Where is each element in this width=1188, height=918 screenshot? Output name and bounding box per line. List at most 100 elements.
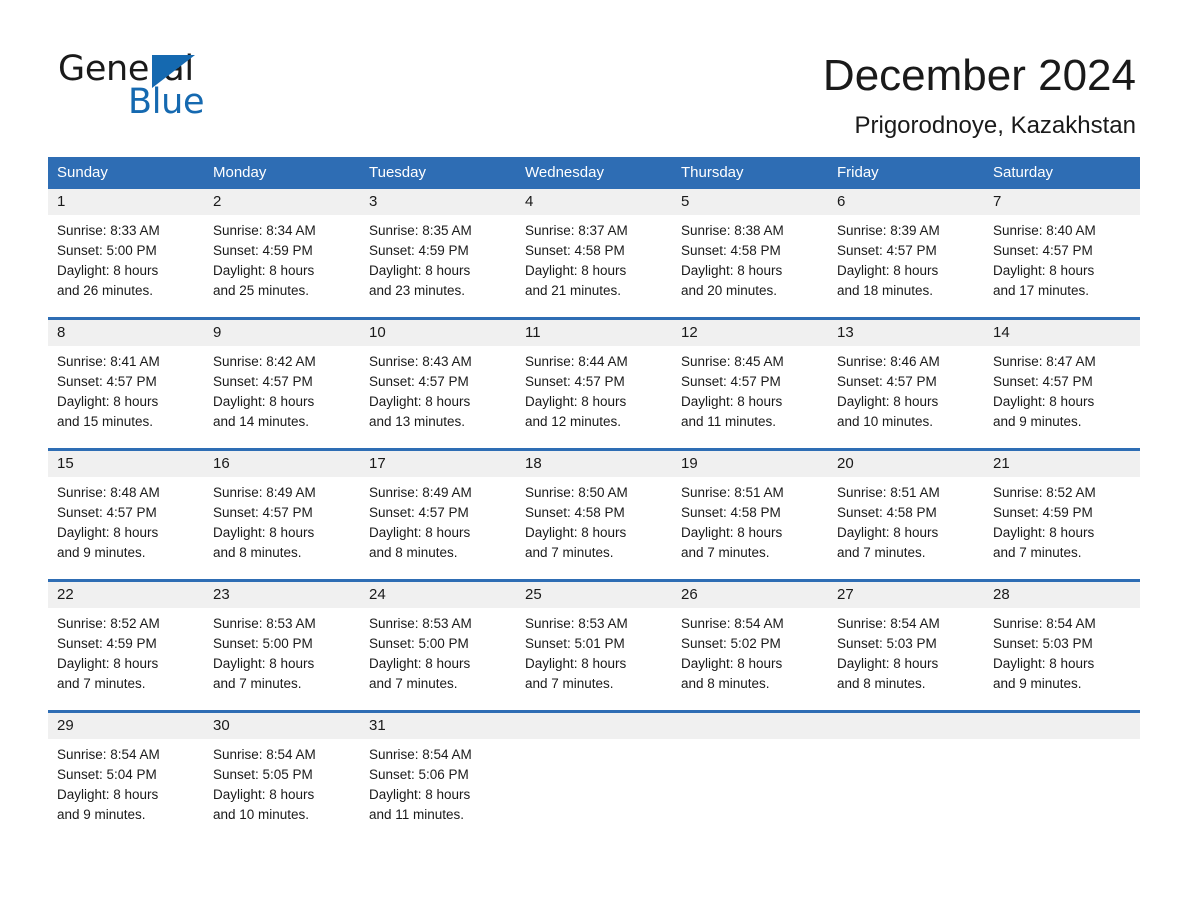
daylight-text-line1: Daylight: 8 hours [681,525,783,540]
day-number: 12 [672,320,828,346]
location-subtitle: Prigorodnoye, Kazakhstan [854,112,1136,139]
day-number: 29 [48,713,204,739]
calendar-weeks: 1 Sunrise: 8:33 AM Sunset: 5:00 PM Daylight… [48,189,1140,834]
calendar-day-cell[interactable]: 29 Sunrise: 8:54 AM Sunset: 5:04 PM Dayligh… [48,713,204,834]
day-details: Sunrise: 8:54 AM Sunset: 5:03 PM Daylight:… [828,608,984,703]
day-number: 16 [204,451,360,477]
day-details: Sunrise: 8:50 AM Sunset: 4:58 PM Daylight:… [516,477,672,572]
sunset-text: Sunset: 5:00 PM [213,636,313,651]
daylight-text-line2: and 7 minutes. [837,545,926,560]
day-number: 3 [360,189,516,215]
day-details: Sunrise: 8:42 AM Sunset: 4:57 PM Daylight:… [204,346,360,441]
calendar-day-cell[interactable]: 16 Sunrise: 8:49 AM Sunset: 4:57 PM Dayligh… [204,451,360,572]
daylight-text-line2: and 7 minutes. [681,545,770,560]
calendar-day-cell[interactable]: 27 Sunrise: 8:54 AM Sunset: 5:03 PM Dayligh… [828,582,984,703]
daylight-text-line1: Daylight: 8 hours [837,525,939,540]
day-number [672,713,828,739]
calendar-day-cell[interactable]: 15 Sunrise: 8:48 AM Sunset: 4:57 PM Dayligh… [48,451,204,572]
daylight-text-line1: Daylight: 8 hours [213,787,315,802]
calendar-day-cell[interactable]: 24 Sunrise: 8:53 AM Sunset: 5:00 PM Dayligh… [360,582,516,703]
calendar-day-cell[interactable]: 5 Sunrise: 8:38 AM Sunset: 4:58 PM Daylight… [672,189,828,310]
calendar-day-cell[interactable]: 2 Sunrise: 8:34 AM Sunset: 4:59 PM Daylight… [204,189,360,310]
calendar-day-cell[interactable]: 17 Sunrise: 8:49 AM Sunset: 4:57 PM Dayligh… [360,451,516,572]
daylight-text-line2: and 17 minutes. [993,283,1090,298]
daylight-text-line1: Daylight: 8 hours [525,394,627,409]
calendar-day-cell[interactable]: 21 Sunrise: 8:52 AM Sunset: 4:59 PM Dayligh… [984,451,1140,572]
day-number: 17 [360,451,516,477]
day-details: Sunrise: 8:54 AM Sunset: 5:06 PM Daylight:… [360,739,516,834]
daylight-text-line1: Daylight: 8 hours [213,525,315,540]
sunset-text: Sunset: 4:58 PM [681,243,781,258]
day-details: Sunrise: 8:53 AM Sunset: 5:00 PM Daylight:… [360,608,516,703]
calendar-week-row: 8 Sunrise: 8:41 AM Sunset: 4:57 PM Daylight… [48,317,1140,441]
day-details: Sunrise: 8:52 AM Sunset: 4:59 PM Daylight:… [48,608,204,703]
calendar-day-cell[interactable]: 31 Sunrise: 8:54 AM Sunset: 5:06 PM Dayligh… [360,713,516,834]
day-number [828,713,984,739]
sunset-text: Sunset: 4:58 PM [681,505,781,520]
day-number: 30 [204,713,360,739]
day-details: Sunrise: 8:51 AM Sunset: 4:58 PM Daylight:… [828,477,984,572]
sunset-text: Sunset: 4:59 PM [213,243,313,258]
day-number [984,713,1140,739]
daylight-text-line1: Daylight: 8 hours [369,263,471,278]
daylight-text-line1: Daylight: 8 hours [213,263,315,278]
calendar-day-cell[interactable]: 7 Sunrise: 8:40 AM Sunset: 4:57 PM Daylight… [984,189,1140,310]
sunset-text: Sunset: 4:57 PM [369,374,469,389]
daylight-text-line1: Daylight: 8 hours [993,394,1095,409]
sunset-text: Sunset: 4:57 PM [681,374,781,389]
day-details [516,739,672,834]
calendar-table: Sunday Monday Tuesday Wednesday Thursday… [48,157,1140,834]
calendar-day-cell[interactable]: 6 Sunrise: 8:39 AM Sunset: 4:57 PM Daylight… [828,189,984,310]
day-number: 9 [204,320,360,346]
calendar-day-cell[interactable]: 30 Sunrise: 8:54 AM Sunset: 5:05 PM Dayligh… [204,713,360,834]
calendar-day-cell[interactable]: 26 Sunrise: 8:54 AM Sunset: 5:02 PM Dayligh… [672,582,828,703]
calendar-day-cell[interactable]: 9 Sunrise: 8:42 AM Sunset: 4:57 PM Daylight… [204,320,360,441]
calendar-day-cell[interactable]: 13 Sunrise: 8:46 AM Sunset: 4:57 PM Dayligh… [828,320,984,441]
daylight-text-line1: Daylight: 8 hours [57,656,159,671]
calendar-day-cell[interactable]: 19 Sunrise: 8:51 AM Sunset: 4:58 PM Dayligh… [672,451,828,572]
calendar-day-cell[interactable]: 14 Sunrise: 8:47 AM Sunset: 4:57 PM Dayligh… [984,320,1140,441]
day-number: 4 [516,189,672,215]
calendar-day-cell[interactable]: 8 Sunrise: 8:41 AM Sunset: 4:57 PM Daylight… [48,320,204,441]
daylight-text-line1: Daylight: 8 hours [993,525,1095,540]
daylight-text-line2: and 21 minutes. [525,283,622,298]
daylight-text-line1: Daylight: 8 hours [369,525,471,540]
calendar-day-cell[interactable]: 28 Sunrise: 8:54 AM Sunset: 5:03 PM Dayligh… [984,582,1140,703]
general-blue-logo[interactable]: General Blue [58,50,278,122]
sunrise-text: Sunrise: 8:37 AM [525,223,628,238]
day-details: Sunrise: 8:37 AM Sunset: 4:58 PM Daylight:… [516,215,672,310]
sunrise-text: Sunrise: 8:53 AM [369,616,472,631]
calendar-day-cell[interactable]: 3 Sunrise: 8:35 AM Sunset: 4:59 PM Daylight… [360,189,516,310]
calendar-day-cell[interactable]: 18 Sunrise: 8:50 AM Sunset: 4:58 PM Dayligh… [516,451,672,572]
daylight-text-line2: and 12 minutes. [525,414,622,429]
calendar-day-cell[interactable]: 11 Sunrise: 8:44 AM Sunset: 4:57 PM Dayligh… [516,320,672,441]
daylight-text-line2: and 18 minutes. [837,283,934,298]
sunset-text: Sunset: 5:05 PM [213,767,313,782]
sunset-text: Sunset: 4:57 PM [525,374,625,389]
calendar-day-cell[interactable]: 12 Sunrise: 8:45 AM Sunset: 4:57 PM Dayligh… [672,320,828,441]
day-number: 21 [984,451,1140,477]
weekday-header-thursday: Thursday [681,164,744,181]
daylight-text-line2: and 10 minutes. [213,807,310,822]
day-details: Sunrise: 8:33 AM Sunset: 5:00 PM Daylight:… [48,215,204,310]
calendar-day-cell[interactable]: 10 Sunrise: 8:43 AM Sunset: 4:57 PM Dayligh… [360,320,516,441]
calendar-day-cell[interactable]: 22 Sunrise: 8:52 AM Sunset: 4:59 PM Dayligh… [48,582,204,703]
sunrise-text: Sunrise: 8:50 AM [525,485,628,500]
weekday-header-sunday: Sunday [57,164,108,181]
sunset-text: Sunset: 5:03 PM [993,636,1093,651]
calendar-day-cell[interactable]: 1 Sunrise: 8:33 AM Sunset: 5:00 PM Daylight… [48,189,204,310]
calendar-day-cell[interactable]: 20 Sunrise: 8:51 AM Sunset: 4:58 PM Dayligh… [828,451,984,572]
sunset-text: Sunset: 4:57 PM [837,374,937,389]
calendar-page: General Blue December 2024 Prigorodnoye,… [0,0,1188,918]
day-details: Sunrise: 8:53 AM Sunset: 5:00 PM Daylight:… [204,608,360,703]
calendar-day-cell[interactable]: 23 Sunrise: 8:53 AM Sunset: 5:00 PM Dayligh… [204,582,360,703]
calendar-day-cell[interactable]: 25 Sunrise: 8:53 AM Sunset: 5:01 PM Dayligh… [516,582,672,703]
daylight-text-line2: and 14 minutes. [213,414,310,429]
day-number: 20 [828,451,984,477]
daylight-text-line2: and 7 minutes. [525,676,614,691]
daylight-text-line1: Daylight: 8 hours [525,656,627,671]
sunset-text: Sunset: 5:03 PM [837,636,937,651]
calendar-day-cell[interactable]: 4 Sunrise: 8:37 AM Sunset: 4:58 PM Daylight… [516,189,672,310]
day-details: Sunrise: 8:46 AM Sunset: 4:57 PM Daylight:… [828,346,984,441]
day-details [984,739,1140,834]
